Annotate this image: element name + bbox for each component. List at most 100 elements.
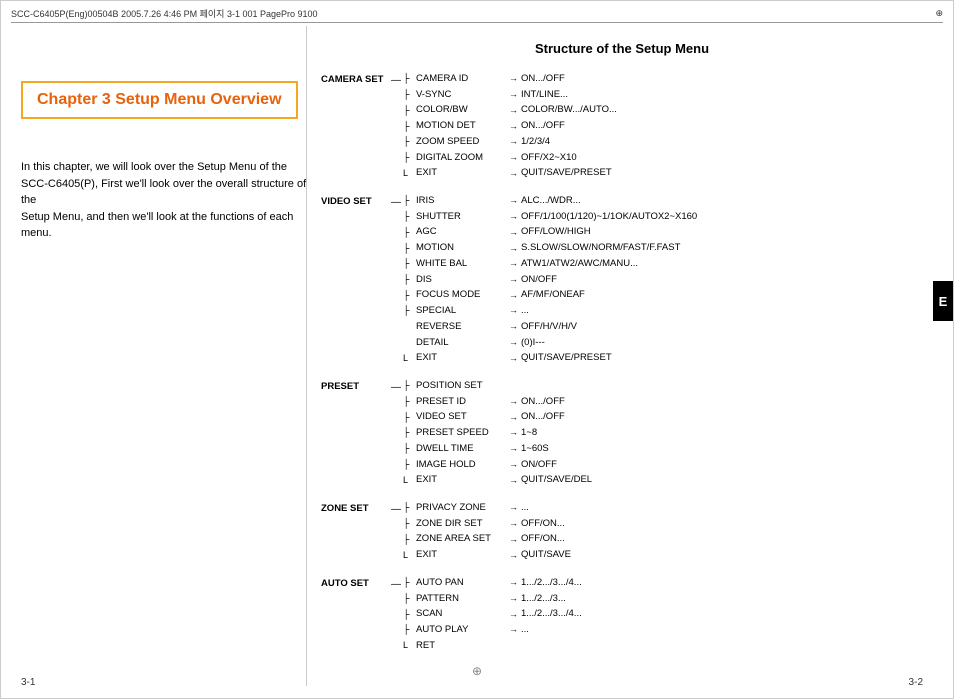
branch-line: L <box>403 549 415 563</box>
arrow-icon: → <box>509 336 518 350</box>
branch-line: ├ <box>403 379 415 393</box>
item-value: ON.../OFF <box>521 119 565 134</box>
item-name: COLOR/BW <box>416 103 506 118</box>
header-text: SCC-C6405P(Eng)00504B 2005.7.26 4:46 PM … <box>11 7 318 20</box>
items-container: ├ AUTO PAN→1.../2.../3.../4...├ PATTERN→… <box>403 576 582 655</box>
item-value: ON/OFF <box>521 458 557 473</box>
menu-item-row: ├ FOCUS MODE→AF/MF/ONEAF <box>403 288 697 303</box>
group-connector: — <box>391 194 401 211</box>
branch-line: ├ <box>403 608 415 622</box>
branch-line: ├ <box>403 623 415 637</box>
group-label: AUTO SET <box>321 576 391 592</box>
menu-item-row: REVERSE→OFF/H/V/H/V <box>403 320 697 335</box>
menu-item-row: ├ POSITION SET <box>403 379 592 394</box>
item-value: ON.../OFF <box>521 395 565 410</box>
item-name: IRIS <box>416 194 506 209</box>
item-name: EXIT <box>416 548 506 563</box>
item-value: ... <box>521 304 529 319</box>
menu-item-row: ├ AGC→OFF/LOW/HIGH <box>403 225 697 240</box>
branch-line: ├ <box>403 426 415 440</box>
arrow-icon: → <box>509 549 518 563</box>
item-value: (0)I--- <box>521 336 545 351</box>
branch-line: ├ <box>403 517 415 531</box>
menu-item-row: ├ IRIS→ALC.../WDR... <box>403 194 697 209</box>
menu-item-row: ├ AUTO PLAY→... <box>403 623 582 638</box>
branch-line: ├ <box>403 104 415 118</box>
group-connector: — <box>391 72 401 89</box>
arrow-icon: → <box>509 104 518 118</box>
item-value: 1.../2.../3... <box>521 592 566 607</box>
arrow-icon: → <box>509 120 518 134</box>
arrow-icon: → <box>509 289 518 303</box>
menu-item-row: ├ WHITE BAL→ATW1/ATW2/AWC/MANU... <box>403 257 697 272</box>
item-name: EXIT <box>416 473 506 488</box>
arrow-icon: → <box>509 592 518 606</box>
crosshair-top-right: ⊕ <box>935 8 943 19</box>
chapter-title-box: Chapter 3 Setup Menu Overview <box>21 81 298 119</box>
arrow-icon: → <box>509 352 518 366</box>
branch-line: ├ <box>403 226 415 240</box>
menu-item-row: ├ SPECIAL→... <box>403 304 697 319</box>
branch-line: ├ <box>403 120 415 134</box>
branch-line: L <box>403 167 415 181</box>
item-value: QUIT/SAVE/DEL <box>521 473 592 488</box>
group-label: ZONE SET <box>321 501 391 517</box>
menu-item-row: L EXIT→QUIT/SAVE/PRESET <box>403 351 697 366</box>
menu-item-row: ├ SCAN→1.../2.../3.../4... <box>403 607 582 622</box>
item-value: QUIT/SAVE/PRESET <box>521 351 612 366</box>
arrow-icon: → <box>509 474 518 488</box>
item-name: ZONE DIR SET <box>416 517 506 532</box>
menu-item-row: ├ DIGITAL ZOOM→OFF/X2~X10 <box>403 151 617 166</box>
item-value: OFF/ON... <box>521 517 565 532</box>
item-name: DETAIL <box>416 336 506 351</box>
item-name: EXIT <box>416 351 506 366</box>
item-name: SCAN <box>416 607 506 622</box>
item-value: ON/OFF <box>521 273 557 288</box>
menu-item-row: ├ PATTERN→1.../2.../3... <box>403 592 582 607</box>
item-name: AGC <box>416 225 506 240</box>
group-label: PRESET <box>321 379 391 395</box>
item-name: DWELL TIME <box>416 442 506 457</box>
item-value: 1~60S <box>521 442 549 457</box>
item-value: COLOR/BW.../AUTO... <box>521 103 617 118</box>
branch-line: ├ <box>403 411 415 425</box>
desc-line2: SCC-C6405(P), First we'll look over the … <box>21 176 311 209</box>
arrow-icon: → <box>509 72 518 86</box>
menu-item-row: ├ CAMERA ID→ON.../OFF <box>403 72 617 87</box>
item-value: S.SLOW/SLOW/NORM/FAST/F.FAST <box>521 241 680 256</box>
items-container: ├ IRIS→ALC.../WDR...├ SHUTTER→OFF/1/100(… <box>403 194 697 367</box>
item-name: AUTO PLAY <box>416 623 506 638</box>
menu-item-row: ├ COLOR/BW→COLOR/BW.../AUTO... <box>403 103 617 118</box>
arrow-icon: → <box>509 273 518 287</box>
branch-line: L <box>403 639 415 653</box>
menu-item-row: ├ IMAGE HOLD→ON/OFF <box>403 458 592 473</box>
arrow-icon: → <box>509 458 518 472</box>
menu-item-row: ├ SHUTTER→OFF/1/100(1/120)~1/1OK/AUTOX2~… <box>403 210 697 225</box>
desc-line3: Setup Menu, and then we'll look at the f… <box>21 209 311 242</box>
arrow-icon: → <box>509 533 518 547</box>
item-name: RET <box>416 639 506 654</box>
menu-group-video-set: VIDEO SET—├ IRIS→ALC.../WDR...├ SHUTTER→… <box>321 194 923 367</box>
item-value: ATW1/ATW2/AWC/MANU... <box>521 257 638 272</box>
menu-item-row: ├ VIDEO SET→ON.../OFF <box>403 410 592 425</box>
branch-line: ├ <box>403 592 415 606</box>
item-value: 1.../2.../3.../4... <box>521 607 582 622</box>
items-container: ├ CAMERA ID→ON.../OFF├ V-SYNC→INT/LINE..… <box>403 72 617 182</box>
menu-item-row: ├ PRESET ID→ON.../OFF <box>403 395 592 410</box>
item-value: ON.../OFF <box>521 72 565 87</box>
structure-title: Structure of the Setup Menu <box>321 41 923 56</box>
item-value: ON.../OFF <box>521 410 565 425</box>
menu-item-row: L EXIT→QUIT/SAVE/PRESET <box>403 166 617 181</box>
menu-item-row: ├ AUTO PAN→1.../2.../3.../4... <box>403 576 582 591</box>
item-name: PATTERN <box>416 592 506 607</box>
item-name: SHUTTER <box>416 210 506 225</box>
item-name: MOTION <box>416 241 506 256</box>
item-value: ... <box>521 623 529 638</box>
item-name: REVERSE <box>416 320 506 335</box>
arrow-icon: → <box>509 304 518 318</box>
chapter-title: Chapter 3 Setup Menu Overview <box>37 91 282 108</box>
menu-item-row: L EXIT→QUIT/SAVE/DEL <box>403 473 592 488</box>
menu-item-row: ├ DWELL TIME→1~60S <box>403 442 592 457</box>
arrow-icon: → <box>509 320 518 334</box>
right-section: Structure of the Setup Menu CAMERA SET—├… <box>321 31 923 666</box>
